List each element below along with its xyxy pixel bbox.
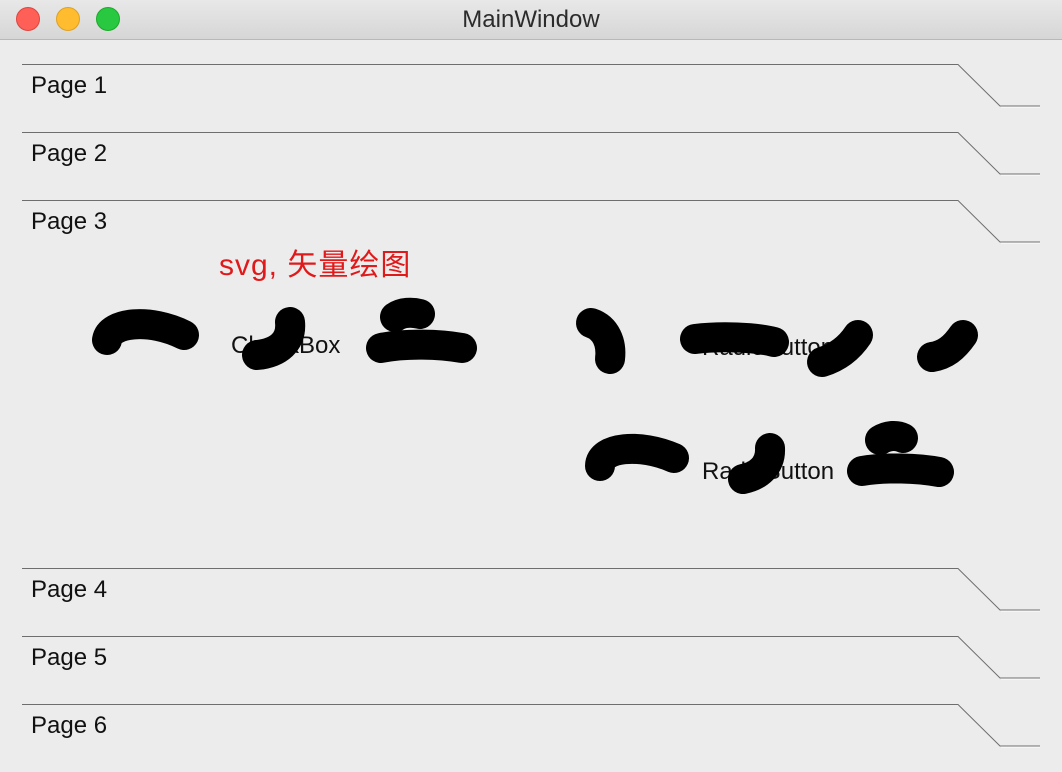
main-window: MainWindow Page 1 Page 2 Page 3 svg, 矢量绘… bbox=[0, 0, 1062, 772]
toolbox-page-3-tab[interactable]: Page 3 bbox=[22, 200, 1040, 244]
tab-edge-shape bbox=[22, 636, 1040, 680]
window-title: MainWindow bbox=[462, 6, 600, 33]
tab-edge-shape bbox=[22, 568, 1040, 612]
toolbox-page-5-tab[interactable]: Page 5 bbox=[22, 636, 1040, 680]
tab-edge-shape bbox=[22, 704, 1040, 748]
toolbox-page-label: Page 3 bbox=[31, 208, 108, 235]
svg-caption: svg, 矢量绘图 bbox=[219, 249, 412, 282]
toolbox-page-2-tab[interactable]: Page 2 bbox=[22, 132, 1040, 176]
title-bar[interactable]: MainWindow bbox=[0, 0, 1062, 40]
checkbox-label[interactable]: CheckBox bbox=[231, 332, 340, 360]
brush-stroke bbox=[917, 320, 978, 372]
brush-stroke bbox=[847, 453, 954, 487]
toolbox-page-label: Page 1 bbox=[31, 72, 108, 99]
toolbox-page-label: Page 5 bbox=[31, 644, 108, 671]
toolbox-page-label: Page 2 bbox=[31, 140, 108, 167]
toolbox-page-label: Page 6 bbox=[31, 712, 108, 739]
radio-button-2-label[interactable]: RadioButton bbox=[702, 458, 834, 486]
brush-stroke bbox=[366, 329, 477, 363]
tab-edge-shape bbox=[22, 64, 1040, 108]
brush-stroke bbox=[380, 297, 435, 332]
brush-stroke bbox=[865, 420, 918, 455]
toolbox-page-1-tab[interactable]: Page 1 bbox=[22, 64, 1040, 108]
brush-stroke bbox=[585, 433, 689, 481]
toolbox-page-label: Page 4 bbox=[31, 576, 108, 603]
brush-stroke bbox=[92, 309, 199, 355]
tab-edge-shape bbox=[22, 200, 1040, 244]
toolbox-page-6-tab[interactable]: Page 6 bbox=[22, 704, 1040, 748]
radio-button-1-label[interactable]: RadioButton bbox=[702, 334, 834, 362]
toolbox-page-4-tab[interactable]: Page 4 bbox=[22, 568, 1040, 612]
tab-edge-shape bbox=[22, 132, 1040, 176]
brush-stroke bbox=[576, 308, 626, 374]
